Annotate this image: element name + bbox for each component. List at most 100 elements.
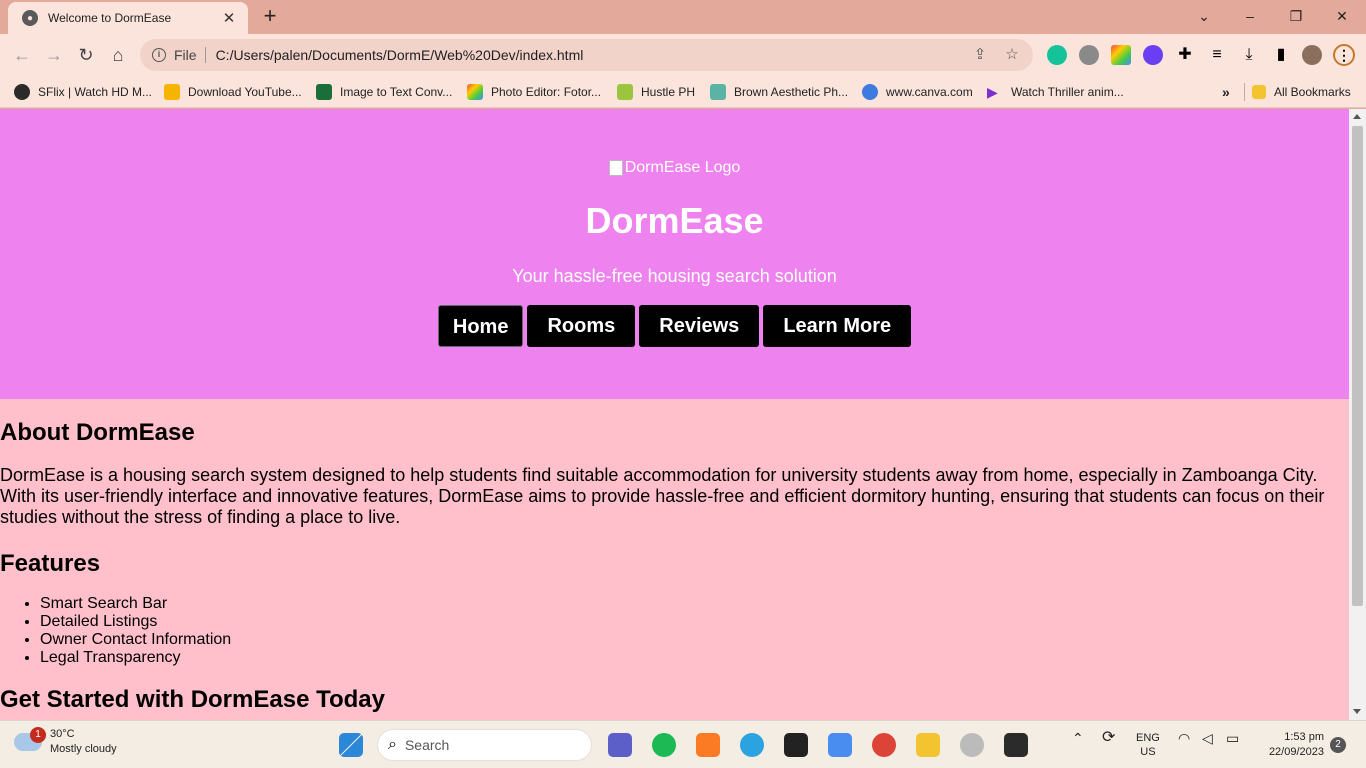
clock-date: 22/09/2023 [1268, 746, 1324, 758]
nav-home-button[interactable]: Home [437, 305, 524, 347]
volume-icon[interactable]: ◁ [1202, 731, 1213, 745]
bookmark-item[interactable]: www.canva.com [862, 82, 973, 102]
all-bookmarks-button[interactable]: All Bookmarks [1252, 82, 1351, 102]
canva-icon [862, 84, 878, 100]
download-youtube-icon [164, 84, 180, 100]
get-started-heading: Get Started with DormEase Today [0, 686, 385, 713]
taskbar-search[interactable]: ⌕ Search [377, 729, 592, 761]
clock[interactable]: 1:53 pm 22/09/2023 [1256, 730, 1324, 760]
teams-icon[interactable] [608, 733, 632, 757]
tab-title: Welcome to DormEase [48, 11, 172, 25]
weather-desc: Mostly cloudy [50, 743, 117, 755]
lang-top: ENG [1136, 732, 1160, 744]
battery-icon[interactable]: ▭ [1226, 731, 1239, 745]
close-window-button[interactable]: ✕ [1328, 4, 1356, 28]
xampp-icon[interactable] [696, 733, 720, 757]
scrollbar[interactable] [1349, 109, 1366, 720]
share-icon[interactable]: ⇪ [969, 44, 991, 66]
reload-button[interactable]: ↻ [74, 43, 98, 67]
media-icon[interactable]: ≡ [1207, 45, 1227, 65]
bookmark-label: www.canva.com [886, 85, 973, 99]
browser-toolbar: ← → ↻ ⌂ i File C:/Users/palen/Documents/… [0, 34, 1366, 76]
image-to-text-icon [316, 84, 332, 100]
chrome-icon[interactable] [872, 733, 896, 757]
bookmark-item[interactable]: Photo Editor: Fotor... [467, 82, 601, 102]
list-item: Smart Search Bar [40, 595, 1349, 613]
star-icon[interactable]: ☆ [1001, 44, 1023, 66]
main-content: About DormEase DormEase is a housing sea… [0, 419, 1349, 714]
extension-gear-icon[interactable] [1079, 45, 1099, 65]
bookmark-label: Photo Editor: Fotor... [491, 85, 602, 99]
home-button[interactable]: ⌂ [106, 43, 130, 67]
list-item: Detailed Listings [40, 613, 1349, 631]
scroll-up-icon[interactable] [1353, 114, 1361, 119]
close-tab-icon[interactable]: ✕ [220, 9, 238, 27]
side-panel-icon[interactable]: ▮ [1271, 45, 1291, 65]
site-header: DormEase Logo DormEase Your hassle-free … [0, 109, 1349, 399]
sync-icon[interactable]: ⟳ [1102, 730, 1115, 746]
wifi-icon[interactable]: ◠ [1178, 731, 1190, 745]
scrollbar-thumb[interactable] [1352, 126, 1363, 606]
address-bar[interactable]: i File C:/Users/palen/Documents/DormE/We… [140, 39, 1033, 71]
tab-strip: ● Welcome to DormEase ✕ + ⌄ – ❐ ✕ [0, 0, 1366, 34]
puzzle-icon[interactable]: ✚ [1175, 45, 1195, 65]
divider [1244, 83, 1245, 101]
globe-icon: ● [22, 10, 38, 26]
spotify-icon[interactable] [652, 733, 676, 757]
language-indicator[interactable]: ENG US [1136, 731, 1160, 759]
terminal-icon[interactable] [1004, 733, 1028, 757]
menu-icon[interactable]: ⋮ [1333, 44, 1355, 66]
list-item: Legal Transparency [40, 649, 1349, 667]
divider [204, 47, 206, 63]
color-palette-icon[interactable] [1111, 45, 1131, 65]
nav-reviews-button[interactable]: Reviews [639, 305, 760, 347]
site-title: DormEase [585, 200, 764, 241]
windows-start-icon[interactable] [339, 733, 363, 757]
telegram-icon[interactable] [740, 733, 764, 757]
avatar[interactable] [1302, 45, 1322, 65]
url-text[interactable]: C:/Users/palen/Documents/DormE/Web%20Dev… [216, 47, 969, 63]
weather-badge: 1 [30, 727, 46, 743]
back-button[interactable]: ← [10, 43, 34, 67]
search-label: Search [404, 737, 450, 753]
bookmark-item[interactable]: Download YouTube... [164, 82, 302, 102]
bookmark-item[interactable]: Hustle PH [617, 82, 695, 102]
scroll-down-icon[interactable] [1353, 709, 1361, 714]
minimize-button[interactable]: – [1236, 4, 1264, 28]
forward-button[interactable]: → [42, 43, 66, 67]
chevron-up-icon[interactable]: ⌃ [1072, 731, 1084, 745]
about-text: DormEase is a housing search system desi… [0, 465, 1325, 527]
sflix-icon [14, 84, 30, 100]
weather-widget[interactable]: 30°C Mostly cloudy [14, 727, 117, 757]
chevron-down-icon[interactable]: ⌄ [1190, 4, 1218, 28]
nav-learn-more-button[interactable]: Learn More [763, 305, 912, 347]
app-icon[interactable] [960, 733, 984, 757]
bookmark-label: Watch Thriller anim... [1011, 85, 1124, 99]
bookmark-item[interactable]: Image to Text Conv... [316, 82, 452, 102]
bookmark-item[interactable]: SFlix | Watch HD M... [14, 82, 152, 102]
bookmark-item[interactable]: ▶ Watch Thriller anim... [987, 82, 1124, 102]
notification-badge[interactable]: 2 [1330, 737, 1346, 753]
logo: DormEase Logo [0, 109, 1349, 183]
new-tab-button[interactable]: + [258, 5, 282, 29]
more-bookmarks-button[interactable]: » [1222, 82, 1230, 102]
app-icon[interactable] [828, 733, 852, 757]
bookmark-item[interactable]: Brown Aesthetic Ph... [710, 82, 848, 102]
brown-aesthetic-icon [710, 84, 726, 100]
info-icon[interactable]: i [152, 48, 166, 62]
browser-tab[interactable]: ● Welcome to DormEase ✕ [8, 2, 248, 34]
features-list: Smart Search Bar Detailed Listings Owner… [0, 595, 1349, 667]
sticky-notes-icon[interactable] [784, 733, 808, 757]
file-explorer-icon[interactable] [916, 733, 940, 757]
page-viewport: DormEase Logo DormEase Your hassle-free … [0, 109, 1349, 720]
bookmarks-bar: SFlix | Watch HD M... Download YouTube..… [0, 76, 1366, 108]
nav-rooms-button[interactable]: Rooms [527, 305, 636, 347]
grammarly-icon[interactable] [1047, 45, 1067, 65]
all-bookmarks-label: All Bookmarks [1274, 85, 1351, 99]
download-icon[interactable]: ⤓ [1239, 45, 1259, 65]
bookmark-label: Image to Text Conv... [340, 85, 453, 99]
bookmark-label: SFlix | Watch HD M... [38, 85, 153, 99]
extension-u-icon[interactable] [1143, 45, 1163, 65]
lang-bottom: US [1140, 746, 1156, 758]
restore-button[interactable]: ❐ [1282, 4, 1310, 28]
